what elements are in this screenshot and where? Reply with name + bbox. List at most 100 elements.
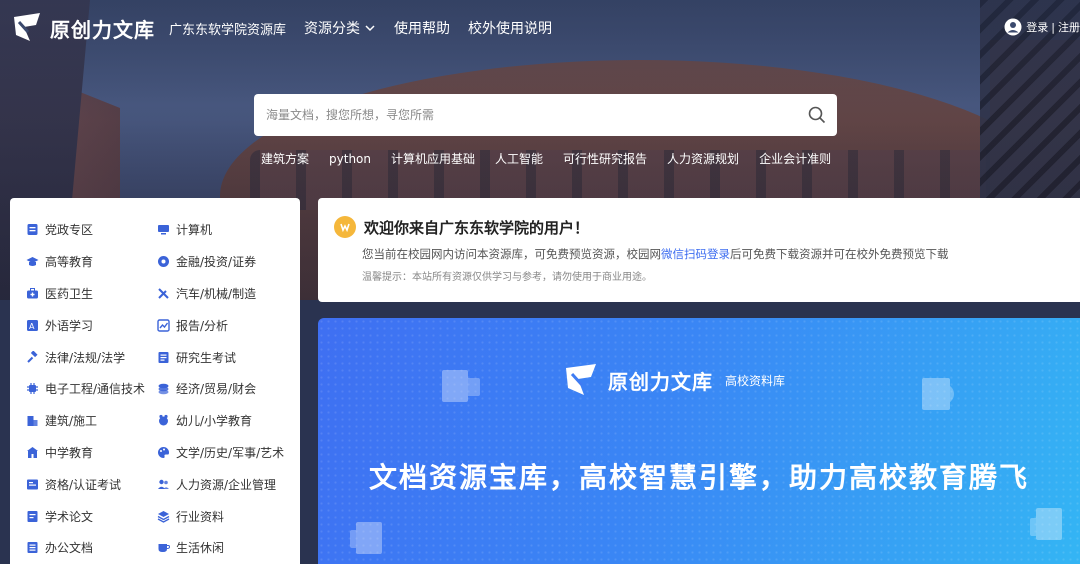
party-icon xyxy=(27,224,38,236)
palette-icon xyxy=(158,446,169,458)
banner-sub-text: 高校资料库 xyxy=(725,373,786,388)
logo-icon xyxy=(14,13,40,41)
nav-resource-categories[interactable]: 资源分类 xyxy=(304,18,376,38)
category-item[interactable]: 法律/法规/法学 xyxy=(26,341,157,373)
category-sidebar: 党政专区 计算机高等教育 金融/投资/证券医药卫生 汽车/机械/制造 A 外语学习 报告/分… xyxy=(10,198,300,564)
category-item[interactable]: 经济/贸易/财会 xyxy=(157,373,297,405)
register-link[interactable]: 注册 xyxy=(1058,19,1080,35)
document-icon xyxy=(27,542,38,554)
certificate-icon xyxy=(27,479,38,490)
category-item[interactable]: 行业资料 xyxy=(157,500,297,532)
category-label: 生活休闲 xyxy=(176,541,225,556)
welcome-title: 欢迎你来自广东东软学院的用户！ xyxy=(364,218,590,237)
computer-icon xyxy=(158,225,169,235)
category-item[interactable]: 电子工程/通信技术 xyxy=(26,373,157,405)
category-label: 学术论文 xyxy=(45,509,94,524)
category-label: 经济/贸易/财会 xyxy=(176,382,257,397)
language-icon: A xyxy=(27,319,38,331)
banner-logo-text: 原创力文库 xyxy=(608,369,713,394)
chip-icon xyxy=(27,383,38,395)
category-item[interactable]: 资格/认证考试 xyxy=(26,468,157,500)
banner-logo: 原创力文库 高校资料库 xyxy=(562,362,785,398)
toy-icon xyxy=(159,415,168,426)
search-icon xyxy=(808,106,826,124)
category-item[interactable]: 研究生考试 xyxy=(157,341,297,373)
svg-text:A: A xyxy=(29,322,35,331)
category-label: 文学/历史/军事/艺术 xyxy=(176,445,285,460)
welcome-panel: 欢迎你来自广东东软学院的用户！ 您当前在校园网内访问本资源库，可免费预览资源，校… xyxy=(318,198,1080,302)
category-item[interactable]: 高等教育 xyxy=(26,246,157,278)
wechat-login-link[interactable]: 微信扫码登录 xyxy=(661,247,730,261)
category-label: 法律/法规/法学 xyxy=(45,350,126,365)
category-item[interactable]: 人力资源/企业管理 xyxy=(157,468,297,500)
pdf-file-icon xyxy=(442,370,480,402)
login-link[interactable]: 登录 xyxy=(1026,19,1048,35)
category-item[interactable]: 生活休闲 xyxy=(157,532,297,564)
chevron-down-icon xyxy=(365,25,375,32)
category-item[interactable]: 汽车/机械/制造 xyxy=(157,278,297,310)
category-label: 电子工程/通信技术 xyxy=(45,382,146,397)
search-box xyxy=(254,94,837,136)
chart-icon xyxy=(157,319,170,332)
category-item[interactable]: 幼儿/小学教育 xyxy=(157,405,297,437)
category-item[interactable]: 建筑/施工 xyxy=(26,405,157,437)
category-item[interactable]: 医药卫生 xyxy=(26,278,157,310)
category-item[interactable]: 中学教育 xyxy=(26,437,157,469)
banner-slogan: 文档资源宝库，高校智慧引擎，助力高校教育腾飞 xyxy=(368,461,1029,494)
hot-tag[interactable]: 建筑方案 xyxy=(261,150,309,167)
welcome-message: 您当前在校园网内访问本资源库，可免费预览资源，校园网微信扫码登录后可免费下载资源… xyxy=(362,247,949,261)
category-item[interactable]: 办公文档 xyxy=(26,532,157,564)
category-label: 高等教育 xyxy=(45,255,94,270)
nav-offcampus-guide[interactable]: 校外使用说明 xyxy=(468,18,552,38)
logo-text: 原创力文库 xyxy=(50,17,155,42)
search-button[interactable] xyxy=(797,94,837,136)
category-label: 建筑/施工 xyxy=(45,414,98,429)
hot-search-tags: 建筑方案 python 计算机应用基础 人工智能 可行性研究报告 人力资源规划 … xyxy=(261,150,851,167)
promo-banner[interactable]: 原创力文库 高校资料库 文档资源宝库，高校智慧引擎，助力高校教育腾飞 xyxy=(318,318,1080,564)
category-label: 行业资料 xyxy=(176,509,225,524)
finance-icon xyxy=(158,256,169,268)
category-item[interactable]: A 外语学习 xyxy=(26,309,157,341)
category-label: 计算机 xyxy=(176,223,213,238)
user-icon[interactable] xyxy=(1004,18,1022,36)
category-item[interactable]: 文学/历史/军事/艺术 xyxy=(157,437,297,469)
top-nav: 原创力文库 广东东软学院资源库 资源分类 使用帮助 校外使用说明 登录 | 注册 xyxy=(0,0,1080,56)
hot-tag[interactable]: 企业会计准则 xyxy=(759,150,831,167)
people-icon xyxy=(158,479,169,489)
coins-icon xyxy=(158,384,169,395)
category-item[interactable]: 报告/分析 xyxy=(157,309,297,341)
site-logo[interactable]: 原创力文库 xyxy=(10,11,155,45)
campus-badge-icon xyxy=(334,216,356,238)
category-label: 金融/投资/证券 xyxy=(176,255,257,270)
hot-tag[interactable]: python xyxy=(329,152,371,166)
category-label: 党政专区 xyxy=(45,223,94,238)
layers-icon xyxy=(157,510,170,523)
hot-tag[interactable]: 可行性研究报告 xyxy=(563,150,647,167)
cup-icon xyxy=(158,544,170,553)
hot-tag[interactable]: 人工智能 xyxy=(495,150,543,167)
category-grid: 党政专区 计算机高等教育 金融/投资/证券医药卫生 汽车/机械/制造 A 外语学习 报告/分… xyxy=(10,214,300,564)
category-label: 资格/认证考试 xyxy=(45,477,122,492)
graduation-cap-icon xyxy=(26,257,39,267)
user-actions: 登录 | 注册 xyxy=(1004,18,1080,36)
hot-tag[interactable]: 人力资源规划 xyxy=(667,150,739,167)
school-name[interactable]: 广东东软学院资源库 xyxy=(169,19,286,38)
category-item[interactable]: 党政专区 xyxy=(26,214,157,246)
category-label: 中学教育 xyxy=(45,445,94,460)
category-item[interactable]: 学术论文 xyxy=(26,500,157,532)
hot-tag[interactable]: 计算机应用基础 xyxy=(391,150,475,167)
exam-icon xyxy=(158,351,169,363)
separator: | xyxy=(1051,20,1055,34)
logo-icon xyxy=(566,364,596,395)
medical-kit-icon xyxy=(27,287,38,299)
nav-help[interactable]: 使用帮助 xyxy=(394,18,450,38)
search-input[interactable] xyxy=(254,94,797,136)
category-item[interactable]: 计算机 xyxy=(157,214,297,246)
tools-icon xyxy=(158,288,169,299)
word-file-icon xyxy=(350,522,382,554)
category-label: 办公文档 xyxy=(45,541,94,556)
category-label: 外语学习 xyxy=(45,318,94,333)
paper-icon xyxy=(27,510,38,522)
excel-file-icon xyxy=(1030,508,1062,540)
category-item[interactable]: 金融/投资/证券 xyxy=(157,246,297,278)
